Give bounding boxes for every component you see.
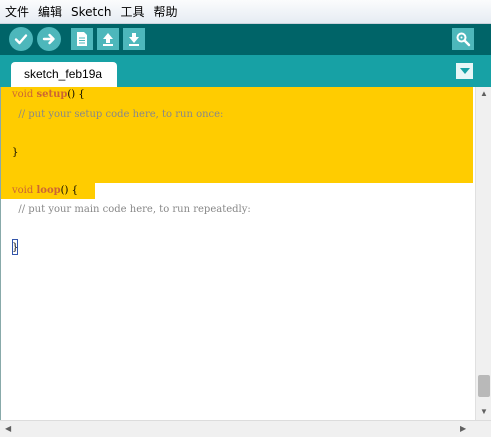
bracket-match-caret: [12, 239, 18, 255]
menu-edit[interactable]: 编辑: [38, 0, 62, 24]
menu-sketch[interactable]: Sketch: [71, 0, 111, 24]
menu-file[interactable]: 文件: [5, 0, 29, 24]
horizontal-scrollbar[interactable]: ◀ ▶: [0, 420, 491, 437]
new-button[interactable]: [71, 28, 93, 50]
upload-button[interactable]: [37, 27, 61, 51]
menu-help[interactable]: 帮助: [153, 0, 177, 24]
save-button[interactable]: [123, 28, 145, 50]
verify-icon: [14, 34, 28, 45]
code-line-close-setup: }: [12, 147, 19, 158]
new-icon: [77, 32, 87, 46]
open-icon: [103, 33, 113, 46]
menu-bar: 文件 编辑 Sketch 工具 帮助: [0, 0, 491, 24]
code-line-loop: void loop() {: [12, 183, 78, 199]
code-line-comment-loop: // put your main code here, to run repea…: [12, 204, 251, 215]
code-rest: () {: [60, 185, 78, 196]
serial-monitor-icon: [456, 32, 471, 47]
tabs-bar: sketch_feb19a: [0, 55, 491, 87]
code-line-comment-setup: // put your setup code here, to run once…: [12, 109, 224, 120]
vertical-scrollbar[interactable]: ▲ ▼: [475, 87, 491, 420]
scroll-left-icon[interactable]: ◀: [5, 424, 11, 434]
tab-menu-icon: [459, 67, 470, 74]
code-line-setup: void setup() {: [12, 87, 85, 103]
serial-monitor-button[interactable]: [452, 28, 474, 50]
scroll-right-icon[interactable]: ▶: [460, 424, 466, 434]
vertical-scroll-thumb[interactable]: [478, 375, 490, 397]
function-setup: setup: [36, 89, 68, 100]
upload-icon: [42, 33, 55, 45]
code-rest: () {: [67, 89, 85, 100]
tab-menu-button[interactable]: [456, 63, 473, 79]
toolbar: [0, 24, 491, 55]
keyword-void: void: [12, 185, 34, 196]
verify-button[interactable]: [9, 27, 33, 51]
code-editor[interactable]: void setup() { // put your setup code he…: [0, 87, 475, 420]
save-icon: [129, 33, 139, 46]
function-loop: loop: [36, 185, 61, 196]
keyword-void: void: [12, 89, 34, 100]
scroll-up-icon[interactable]: ▲: [480, 89, 488, 99]
open-button[interactable]: [97, 28, 119, 50]
tab-sketch[interactable]: sketch_feb19a: [11, 62, 117, 87]
menu-tools[interactable]: 工具: [120, 0, 144, 24]
scroll-down-icon[interactable]: ▼: [480, 407, 488, 417]
